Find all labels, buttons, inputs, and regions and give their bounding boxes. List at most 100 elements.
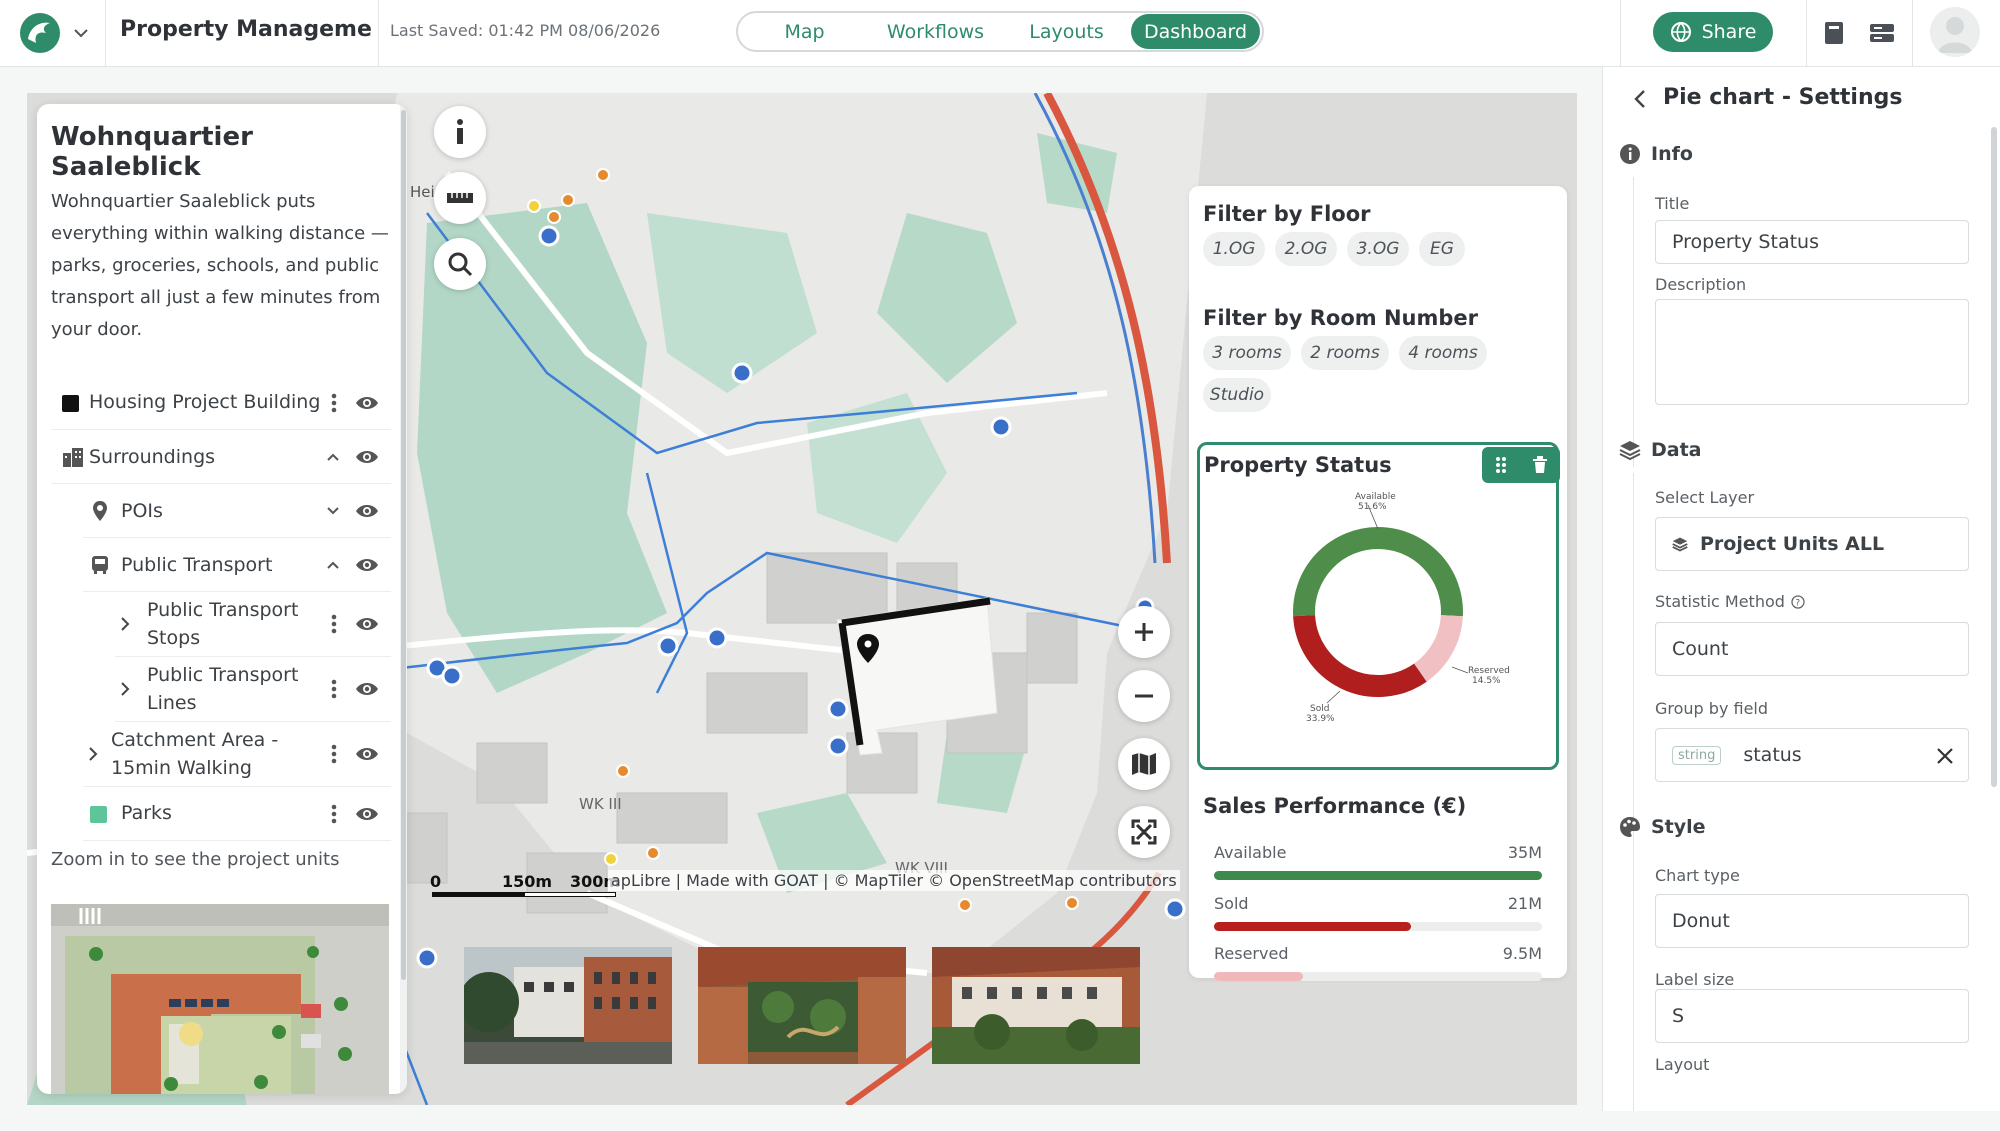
- label-size-dropdown[interactable]: S: [1655, 989, 1969, 1043]
- palette-icon: [1620, 817, 1640, 837]
- last-saved-text: Last Saved: 01:42 PM 08/06/2026: [390, 21, 661, 40]
- zoom-out-button[interactable]: [1118, 670, 1170, 722]
- divider: [105, 0, 106, 67]
- section-line: [1633, 473, 1634, 853]
- layer-label: POIs: [121, 500, 163, 522]
- select-layer-value: Project Units ALL: [1700, 533, 1885, 555]
- floor-chip[interactable]: 3.OG: [1347, 232, 1409, 266]
- kebab-menu-icon[interactable]: [331, 614, 337, 634]
- chevron-down-icon[interactable]: [326, 506, 340, 516]
- data-section-header[interactable]: Data: [1619, 439, 1702, 461]
- layer-parks[interactable]: Parks: [83, 787, 391, 841]
- book-icon[interactable]: [1816, 16, 1852, 50]
- layer-group-surroundings[interactable]: Surroundings: [51, 430, 391, 484]
- project-info-panel: Wohnquartier Saaleblick Wohnquartier Saa…: [37, 104, 407, 1094]
- layer-catchment-area[interactable]: Catchment Area - 15min Walking: [83, 722, 391, 787]
- fullscreen-button[interactable]: [1118, 806, 1170, 858]
- property-photo-2[interactable]: [698, 947, 906, 1064]
- search-button[interactable]: [434, 238, 486, 290]
- chevron-right-icon[interactable]: [120, 681, 130, 697]
- layer-group-public-transport[interactable]: Public Transport: [83, 538, 391, 592]
- chart-type-dropdown[interactable]: Donut: [1655, 894, 1969, 948]
- data-section-label: Data: [1651, 439, 1702, 461]
- project-title[interactable]: Property Management...: [120, 17, 372, 42]
- room-chip[interactable]: 3 rooms: [1203, 336, 1291, 370]
- basemap-button[interactable]: [1118, 738, 1170, 790]
- share-button[interactable]: Share: [1653, 12, 1773, 52]
- chevron-up-icon[interactable]: [326, 452, 340, 462]
- pie-slice-sold[interactable]: [1293, 614, 1427, 697]
- chevron-up-icon[interactable]: [326, 560, 340, 570]
- trash-icon[interactable]: [1532, 456, 1548, 474]
- help-icon[interactable]: ?: [1791, 594, 1805, 609]
- panel-scrollbar[interactable]: [400, 104, 407, 1094]
- scale-mid: 150m: [502, 872, 553, 891]
- floor-chip[interactable]: EG: [1419, 232, 1465, 266]
- settings-scrollbar[interactable]: [1991, 127, 1997, 787]
- eye-icon[interactable]: [355, 557, 379, 573]
- eye-icon[interactable]: [355, 395, 379, 411]
- pie-chart-widget[interactable]: Property Status Available 51.6% Reserved…: [1197, 442, 1560, 770]
- project-description: Wohnquartier Saaleblick puts everything …: [51, 191, 389, 340]
- chevron-right-icon[interactable]: [120, 616, 130, 632]
- tab-dashboard[interactable]: Dashboard: [1130, 14, 1260, 49]
- style-section-header[interactable]: Style: [1619, 816, 1706, 838]
- layer-public-transport-stops[interactable]: Public Transport Stops: [115, 592, 391, 657]
- layer-housing-project-building[interactable]: Housing Project Building: [51, 376, 391, 430]
- eye-icon[interactable]: [355, 681, 379, 697]
- tab-map[interactable]: Map: [740, 14, 869, 49]
- layout-label: Layout: [1655, 1055, 1710, 1074]
- kebab-menu-icon[interactable]: [331, 804, 337, 824]
- room-chip[interactable]: 4 rooms: [1399, 336, 1487, 370]
- view-tabs: Map Workflows Layouts Dashboard: [736, 11, 1264, 52]
- goat-logo-icon: [20, 13, 60, 53]
- district-label-wk3: WK III: [579, 795, 622, 813]
- toggle-panels-icon[interactable]: [1864, 16, 1900, 50]
- layer-label: Public Transport Lines: [147, 664, 299, 714]
- title-input[interactable]: [1655, 220, 1969, 264]
- layer-public-transport-lines[interactable]: Public Transport Lines: [115, 657, 391, 722]
- sales-bar-fill: [1214, 922, 1411, 931]
- map-pin-icon: [93, 501, 107, 521]
- user-avatar[interactable]: [1930, 7, 1980, 57]
- room-chip[interactable]: 2 rooms: [1301, 336, 1389, 370]
- info-section-header[interactable]: Info: [1619, 143, 1693, 165]
- tab-layouts[interactable]: Layouts: [1002, 14, 1131, 49]
- back-arrow-icon[interactable]: [1629, 87, 1653, 111]
- statistic-method-dropdown[interactable]: Count: [1655, 622, 1969, 676]
- kebab-menu-icon[interactable]: [331, 393, 337, 413]
- pie-slice-reserved[interactable]: [1413, 614, 1463, 682]
- eye-icon[interactable]: [355, 503, 379, 519]
- description-textarea[interactable]: [1655, 299, 1969, 405]
- sales-label: Reserved: [1214, 944, 1289, 963]
- layer-group-pois[interactable]: POIs: [83, 484, 391, 538]
- property-photo-1[interactable]: [464, 947, 672, 1064]
- chevron-right-icon[interactable]: [88, 746, 98, 762]
- eye-icon[interactable]: [355, 616, 379, 632]
- map-attribution[interactable]: apLibre | Made with GOAT | © MapTiler © …: [608, 870, 1180, 891]
- sales-bar-fill: [1214, 972, 1304, 981]
- zoom-in-button[interactable]: [1118, 606, 1170, 658]
- eye-icon[interactable]: [355, 806, 379, 822]
- floor-chip[interactable]: 1.OG: [1203, 232, 1265, 266]
- pie-slice-available[interactable]: [1293, 527, 1463, 617]
- kebab-menu-icon[interactable]: [331, 679, 337, 699]
- pie-label-reserved-pct: 14.5%: [1472, 676, 1501, 686]
- info-button[interactable]: [434, 106, 486, 158]
- floor-chip[interactable]: 2.OG: [1275, 232, 1337, 266]
- sales-value: 21M: [1507, 894, 1542, 913]
- select-layer-dropdown[interactable]: Project Units ALL: [1655, 517, 1969, 571]
- group-by-field[interactable]: string status: [1655, 728, 1969, 782]
- clear-icon[interactable]: [1936, 747, 1954, 765]
- black-square-icon: [61, 394, 79, 412]
- room-chip[interactable]: Studio: [1203, 378, 1271, 412]
- measure-button[interactable]: [434, 172, 486, 224]
- tab-workflows[interactable]: Workflows: [869, 14, 1002, 49]
- eye-icon[interactable]: [355, 746, 379, 762]
- app-menu-button[interactable]: [14, 8, 109, 58]
- eye-icon[interactable]: [355, 449, 379, 465]
- sales-bar-reserved: Reserved 9.5M: [1214, 944, 1542, 984]
- property-photo-3[interactable]: [932, 947, 1140, 1064]
- kebab-menu-icon[interactable]: [331, 744, 337, 764]
- drag-handle-icon[interactable]: [1494, 456, 1508, 474]
